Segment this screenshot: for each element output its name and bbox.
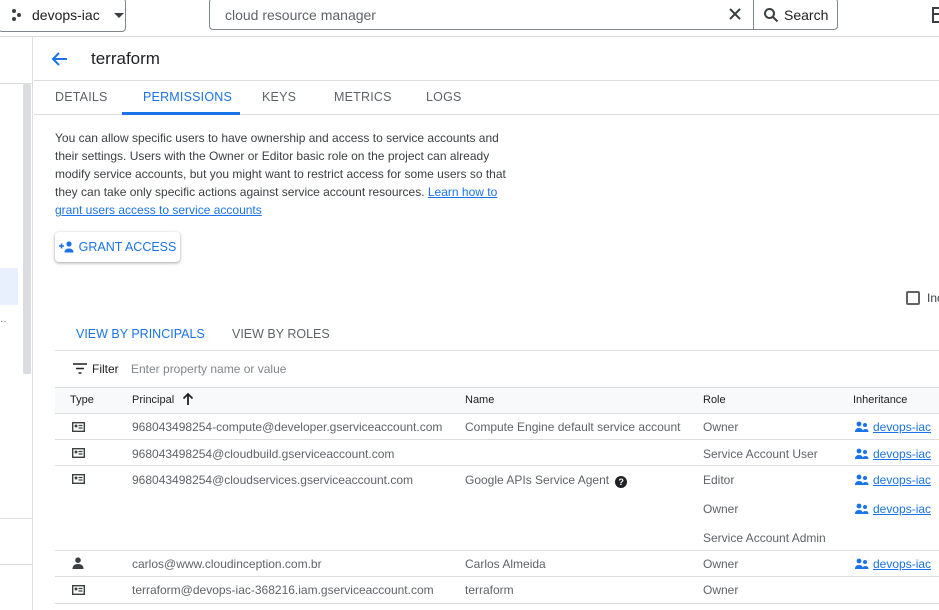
project-people-icon (855, 503, 869, 514)
column-name: Name (465, 394, 495, 406)
add-person-icon (58, 241, 74, 253)
name-cell: Google APIs Service Agent? (465, 473, 628, 488)
grant-access-label: GRANT ACCESS (78, 240, 177, 254)
nav-scrollbar[interactable] (23, 84, 31, 374)
inheritance-label: devops-iac (873, 557, 932, 571)
page-header: terraform (34, 37, 939, 81)
search-button[interactable]: Search (763, 3, 828, 27)
name-cell: terraform (465, 583, 514, 597)
tab-keys[interactable]: KEYS (262, 90, 296, 104)
name-text: Google APIs Service Agent (465, 473, 610, 487)
tab-bar: DETAILS PERMISSIONS KEYS METRICS LOGS (34, 81, 939, 115)
inheritance-label: devops-iac (873, 502, 932, 516)
tab-view-by-roles[interactable]: VIEW BY ROLES (232, 327, 330, 341)
inheritance-label: devops-iac (873, 473, 932, 487)
tab-view-by-principals[interactable]: VIEW BY PRINCIPALS (76, 327, 205, 341)
role-cell: Service Account User (703, 447, 818, 461)
include-checkbox[interactable] (906, 291, 920, 305)
help-icon[interactable]: ? (615, 476, 628, 488)
principal-cell: 968043498254@cloudbuild.gserviceaccount.… (132, 447, 395, 461)
name-cell: Compute Engine default service account (465, 420, 681, 434)
top-bar: devops-iac cloud resource manager Search (0, 0, 939, 37)
role-cell: Owner (703, 583, 739, 597)
tab-permissions[interactable]: PERMISSIONS (143, 90, 232, 104)
project-picker[interactable]: devops-iac (0, 0, 126, 32)
project-people-icon (855, 448, 869, 459)
project-name: devops-iac (32, 7, 100, 23)
clear-icon[interactable] (724, 3, 746, 25)
search-divider (753, 0, 754, 29)
filter-label: Filter (92, 362, 119, 376)
inheritance-link[interactable]: devops-iac (855, 557, 931, 571)
column-role: Role (703, 394, 726, 406)
left-nav: ·· (0, 37, 33, 610)
column-type: Type (70, 394, 94, 406)
inheritance-link[interactable]: devops-iac (855, 473, 931, 487)
table-row: 968043498254-compute@developer.gservicea… (55, 414, 939, 440)
role-cell: Editor (703, 473, 735, 487)
role-cell: Service Account Admin (703, 531, 826, 545)
table-row: terraform@devops-iac-368216.iam.gservice… (55, 577, 939, 604)
role-cell: Owner (703, 502, 739, 516)
project-dots-icon (11, 8, 25, 22)
table-row: 968043498254@cloudbuild.gserviceaccount.… (55, 440, 939, 466)
table-row: carlos@www.cloudinception.com.br Carlos … (55, 551, 939, 577)
gift-icon[interactable] (928, 4, 939, 24)
filter-input[interactable]: Enter property name or value (131, 362, 286, 376)
project-people-icon (855, 558, 869, 569)
role-cell: Owner (703, 557, 739, 571)
grant-access-button[interactable]: GRANT ACCESS (55, 232, 180, 262)
nav-divider (0, 518, 33, 519)
column-inheritance: Inheritance (853, 394, 908, 406)
nav-ellipsis-icon: ·· (0, 316, 7, 327)
name-cell: Carlos Almeida (465, 557, 546, 571)
principal-cell: 968043498254@cloudservices.gserviceaccou… (132, 473, 414, 487)
tab-logs[interactable]: LOGS (426, 90, 462, 104)
service-account-icon (72, 474, 85, 484)
principal-cell: carlos@www.cloudinception.com.br (132, 557, 322, 571)
search-box: cloud resource manager Search (209, 0, 838, 30)
person-icon (72, 557, 84, 569)
page-title: terraform (91, 49, 160, 68)
search-input[interactable]: cloud resource manager (225, 7, 376, 23)
principal-cell: terraform@devops-iac-368216.iam.gservice… (132, 583, 434, 597)
nav-divider (0, 564, 33, 565)
service-account-icon (72, 422, 85, 432)
principal-cell: 968043498254-compute@developer.gservicea… (132, 420, 443, 434)
filter-bar: Filter Enter property name or value (55, 351, 939, 388)
view-tabs: VIEW BY PRINCIPALS VIEW BY ROLES (55, 315, 939, 351)
service-account-icon (72, 585, 85, 595)
service-account-icon (72, 448, 85, 458)
tab-metrics[interactable]: METRICS (334, 90, 392, 104)
nav-selected-item[interactable] (0, 268, 18, 305)
table-row: 968043498254@cloudservices.gserviceaccou… (55, 466, 939, 551)
project-people-icon (855, 474, 869, 485)
tab-details[interactable]: DETAILS (55, 90, 108, 104)
back-arrow-icon[interactable] (49, 48, 71, 70)
column-principal[interactable]: Principal (132, 394, 174, 406)
filter-icon (73, 363, 87, 374)
table-header: Type Principal Name Role Inheritance (55, 388, 939, 414)
permissions-description: You can allow specific users to have own… (55, 129, 525, 219)
sort-ascending-icon[interactable] (182, 392, 194, 406)
active-tab-indicator (122, 112, 240, 115)
caret-down-icon (113, 12, 124, 18)
inheritance-label: devops-iac (873, 420, 932, 434)
role-cell: Owner (703, 420, 739, 434)
inheritance-label: devops-iac (873, 447, 932, 461)
project-people-icon (855, 421, 869, 432)
inheritance-link[interactable]: devops-iac (855, 420, 931, 434)
search-button-label: Search (784, 7, 829, 23)
search-icon (764, 8, 779, 23)
inheritance-link[interactable]: devops-iac (855, 447, 931, 461)
inheritance-link[interactable]: devops-iac (855, 502, 931, 516)
include-checkbox-label: Inc (927, 291, 939, 305)
